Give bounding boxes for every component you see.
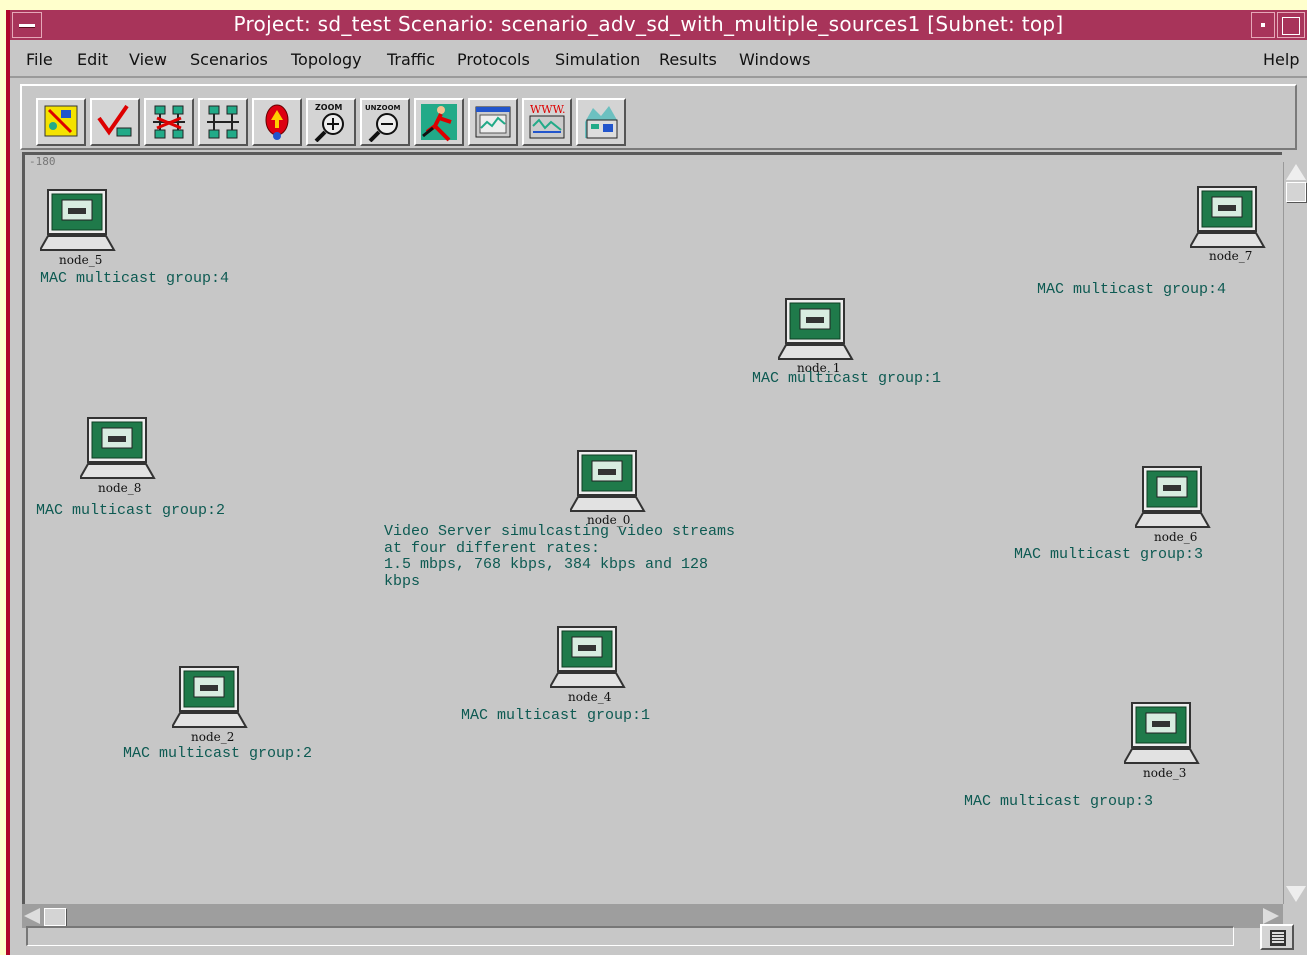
return-to-parent-button[interactable] xyxy=(252,98,302,146)
window-title: Project: sd_test Scenario: scenario_adv_… xyxy=(233,12,1064,36)
scroll-up-arrow-icon[interactable] xyxy=(1286,164,1306,180)
project-workspace[interactable]: -180 node_5 MAC multicast group:4 node_7… xyxy=(22,152,1282,904)
node-3[interactable] xyxy=(1124,701,1200,771)
view-results-icon xyxy=(475,106,511,138)
workstation-icon xyxy=(550,626,626,688)
scroll-right-arrow-icon[interactable] xyxy=(1263,908,1279,924)
object-palette-icon xyxy=(44,105,78,137)
object-palette-button[interactable] xyxy=(36,98,86,146)
node-label: node_2 xyxy=(191,730,235,744)
workstation-icon xyxy=(1124,702,1200,764)
node-8[interactable] xyxy=(80,416,156,486)
workstation-icon xyxy=(80,417,156,479)
return-to-parent-icon xyxy=(265,104,289,140)
svg-text:ZOOM: ZOOM xyxy=(315,103,342,112)
menu-traffic[interactable]: Traffic xyxy=(387,50,435,69)
coordinate-readout: -180 xyxy=(29,155,56,168)
scroll-down-arrow-icon[interactable] xyxy=(1286,886,1306,902)
menu-bar: File Edit View Scenarios Topology Traffi… xyxy=(10,40,1307,78)
workstation-icon xyxy=(1135,466,1211,528)
node-label: node_4 xyxy=(568,690,612,704)
menu-help[interactable]: Help xyxy=(1263,50,1299,69)
web-report-icon: WWW. xyxy=(529,103,566,139)
node-label: node_3 xyxy=(1143,766,1187,780)
svg-text:WWW.: WWW. xyxy=(530,103,566,116)
node-label: node_7 xyxy=(1209,249,1253,263)
group-label: MAC multicast group:1 xyxy=(752,370,942,387)
vertical-scrollbar[interactable] xyxy=(1283,162,1307,904)
fail-links-icon xyxy=(153,105,185,139)
recover-links-icon xyxy=(207,105,239,139)
status-bar xyxy=(26,926,1234,946)
workstation-icon xyxy=(570,450,646,512)
unzoom-button[interactable]: UNZOOM xyxy=(360,98,410,146)
workstation-icon xyxy=(778,298,854,360)
check-links-icon xyxy=(97,104,132,137)
node-0[interactable] xyxy=(570,449,646,519)
menu-scenarios[interactable]: Scenarios xyxy=(190,50,268,69)
menu-windows[interactable]: Windows xyxy=(739,50,810,69)
horizontal-scrollbar[interactable] xyxy=(22,904,1283,928)
unzoom-icon: UNZOOM xyxy=(365,104,401,142)
node-7[interactable] xyxy=(1190,185,1266,255)
zoom-icon: ZOOM xyxy=(314,103,344,142)
menu-protocols[interactable]: Protocols xyxy=(457,50,530,69)
app-window: Project: sd_test Scenario: scenario_adv_… xyxy=(10,10,1307,955)
menu-topology[interactable]: Topology xyxy=(291,50,362,69)
node-2[interactable] xyxy=(172,665,248,735)
group-label: MAC multicast group:4 xyxy=(1037,281,1227,298)
run-simulation-icon xyxy=(421,104,457,142)
run-simulation-button[interactable] xyxy=(414,98,464,146)
group-label: MAC multicast group:3 xyxy=(964,793,1154,810)
group-label: MAC multicast group:2 xyxy=(36,502,226,519)
menu-results[interactable]: Results xyxy=(659,50,717,69)
message-log-button[interactable] xyxy=(1260,924,1294,950)
group-label: MAC multicast group:2 xyxy=(123,745,313,762)
animation-icon xyxy=(585,106,618,139)
node-label: node_5 xyxy=(59,253,103,267)
window-menu-button[interactable] xyxy=(12,12,42,38)
view-results-button[interactable] xyxy=(468,98,518,146)
maximize-button[interactable] xyxy=(1277,12,1305,38)
video-server-annotation: Video Server simulcasting video streams … xyxy=(384,523,736,590)
fail-links-button[interactable] xyxy=(144,98,194,146)
web-report-button[interactable]: WWW. xyxy=(522,98,572,146)
menu-edit[interactable]: Edit xyxy=(77,50,108,69)
group-label: MAC multicast group:4 xyxy=(40,270,230,287)
workstation-icon xyxy=(172,666,248,728)
minimize-button[interactable] xyxy=(1251,12,1275,38)
svg-text:UNZOOM: UNZOOM xyxy=(365,104,401,112)
scroll-left-arrow-icon[interactable] xyxy=(24,908,40,924)
group-label: MAC multicast group:3 xyxy=(1014,546,1204,563)
menu-view[interactable]: View xyxy=(129,50,167,69)
toolbar: ZOOM UNZOOM WWW. xyxy=(20,84,1297,150)
title-bar[interactable]: Project: sd_test Scenario: scenario_adv_… xyxy=(10,10,1307,40)
node-5[interactable] xyxy=(40,188,116,258)
node-label: node_6 xyxy=(1154,530,1198,544)
node-4[interactable] xyxy=(550,625,626,695)
menu-simulation[interactable]: Simulation xyxy=(555,50,640,69)
check-links-button[interactable] xyxy=(90,98,140,146)
recover-links-button[interactable] xyxy=(198,98,248,146)
node-1[interactable] xyxy=(778,297,854,367)
workstation-icon xyxy=(40,189,116,251)
workstation-icon xyxy=(1190,186,1266,248)
node-6[interactable] xyxy=(1135,465,1211,535)
animation-button[interactable] xyxy=(576,98,626,146)
horizontal-scroll-thumb[interactable] xyxy=(44,908,66,926)
zoom-button[interactable]: ZOOM xyxy=(306,98,356,146)
group-label: MAC multicast group:1 xyxy=(461,707,651,724)
node-label: node_8 xyxy=(98,481,142,495)
menu-file[interactable]: File xyxy=(26,50,53,69)
vertical-scroll-thumb[interactable] xyxy=(1286,182,1306,202)
